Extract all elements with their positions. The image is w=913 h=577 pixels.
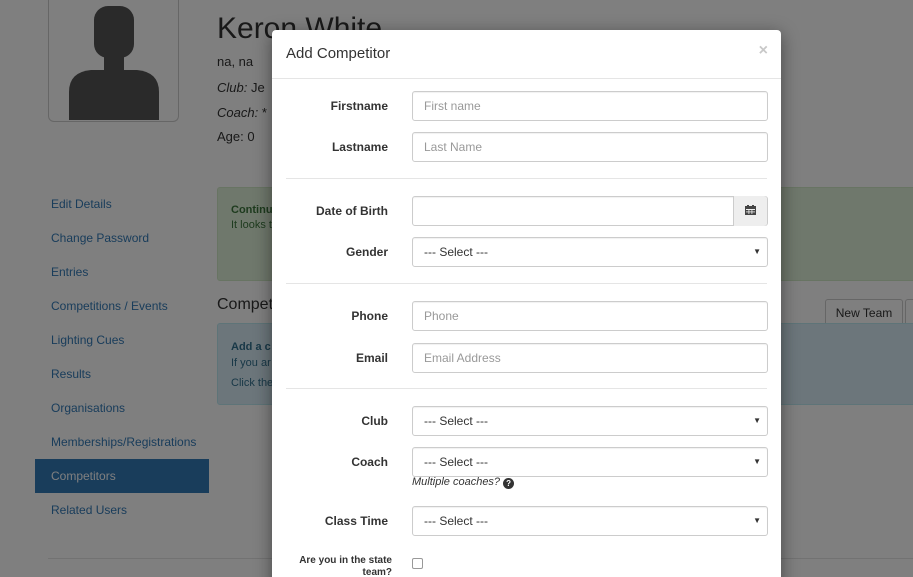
class-time-select[interactable]: --- Select --- ▼ (412, 506, 768, 536)
modal-header: Add Competitor × (272, 30, 781, 79)
caret-down-icon: ▼ (753, 516, 761, 525)
state-team-checkbox[interactable] (412, 558, 423, 569)
coach-select-value: --- Select --- (424, 455, 488, 469)
firstname-label: Firstname (330, 99, 388, 113)
phone-input[interactable]: Phone (412, 301, 768, 331)
email-row: Email Email Address (272, 343, 781, 373)
club-label: Club (361, 414, 388, 428)
caret-down-icon: ▼ (753, 457, 761, 466)
close-icon[interactable]: × (759, 42, 768, 60)
email-input[interactable]: Email Address (412, 343, 768, 373)
coach-label: Coach (351, 455, 388, 469)
coach-select[interactable]: --- Select --- ▼ (412, 447, 768, 477)
club-select-value: --- Select --- (424, 414, 488, 428)
class-time-label: Class Time (324, 514, 388, 528)
caret-down-icon: ▼ (753, 247, 761, 256)
dob-label: Date of Birth (316, 204, 388, 218)
multiple-coaches-help[interactable]: Multiple coaches? ? (412, 476, 515, 489)
coach-row: Coach --- Select --- ▼ (272, 447, 781, 477)
club-row: Club --- Select --- ▼ (272, 406, 781, 436)
form-divider (286, 388, 767, 389)
multiple-coaches-text: Multiple coaches? (412, 476, 501, 488)
question-circle-icon[interactable]: ? (503, 478, 515, 489)
club-select[interactable]: --- Select --- ▼ (412, 406, 768, 436)
email-label: Email (355, 351, 388, 365)
modal-title: Add Competitor (286, 45, 391, 62)
phone-row: Phone Phone (272, 301, 781, 331)
dob-row: Date of Birth (272, 196, 781, 226)
gender-label: Gender (345, 245, 388, 259)
lastname-input[interactable]: Last Name (412, 132, 768, 162)
form-divider (286, 283, 767, 284)
class-time-row: Class Time --- Select --- ▼ (272, 506, 781, 536)
dob-input[interactable] (412, 196, 768, 226)
add-competitor-modal: Add Competitor × Firstname First name La… (272, 30, 781, 577)
gender-value: --- Select --- (424, 245, 488, 259)
gender-row: Gender --- Select --- ▼ (272, 237, 781, 267)
state-team-label: Are you in the state team? (299, 555, 392, 577)
calendar-icon (745, 205, 756, 215)
firstname-input[interactable]: First name (412, 91, 768, 121)
class-time-value: --- Select --- (424, 514, 488, 528)
gender-select[interactable]: --- Select --- ▼ (412, 237, 768, 267)
caret-down-icon: ▼ (753, 416, 761, 425)
phone-label: Phone (351, 309, 388, 323)
firstname-row: Firstname First name (272, 91, 781, 121)
calendar-button[interactable] (733, 196, 767, 226)
lastname-row: Lastname Last Name (272, 132, 781, 162)
form-divider (286, 178, 767, 179)
lastname-label: Lastname (331, 140, 388, 154)
